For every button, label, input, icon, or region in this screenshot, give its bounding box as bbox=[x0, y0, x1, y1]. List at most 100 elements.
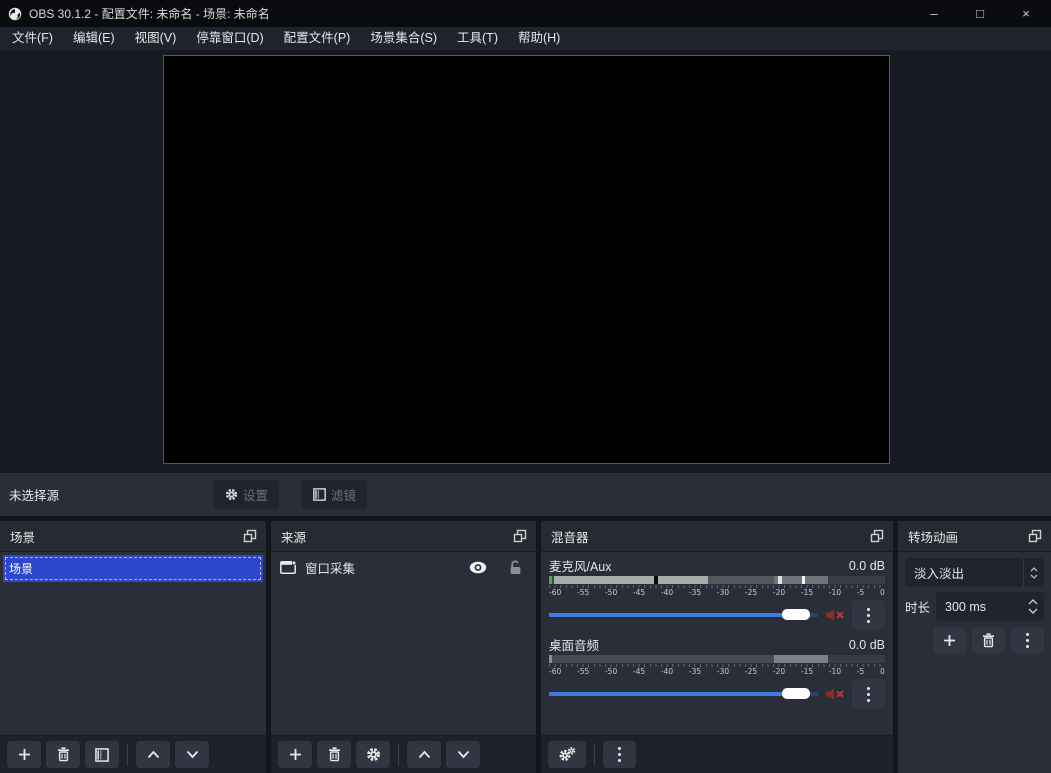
mixer-channel-desktop: 桌面音频 0.0 dB -60-55-50-45-40-35-30-25-20-… bbox=[549, 636, 885, 709]
sources-panel-header: 来源 bbox=[271, 521, 536, 552]
scene-up-button[interactable] bbox=[136, 741, 170, 768]
add-transition-button[interactable] bbox=[933, 627, 966, 654]
db-scale-label: -15 bbox=[801, 588, 813, 598]
remove-transition-button[interactable] bbox=[972, 627, 1005, 654]
mic-options-button[interactable] bbox=[852, 600, 885, 630]
toolbar-separator bbox=[594, 744, 595, 766]
gears-icon bbox=[558, 747, 576, 762]
db-scale-label: -30 bbox=[717, 588, 729, 598]
menu-item[interactable]: 编辑(E) bbox=[63, 27, 125, 50]
chevron-down-icon bbox=[1028, 608, 1038, 614]
obs-logo-icon bbox=[8, 7, 22, 21]
menu-item[interactable]: 停靠窗口(D) bbox=[186, 27, 273, 50]
db-scale-label: 0 bbox=[880, 588, 885, 598]
popout-icon[interactable] bbox=[511, 527, 529, 545]
db-scale-label: -25 bbox=[745, 588, 757, 598]
trash-icon bbox=[982, 633, 995, 648]
chevron-down-icon bbox=[457, 750, 470, 759]
transition-select[interactable]: 淡入淡出 bbox=[905, 558, 1044, 587]
filter-icon bbox=[95, 748, 109, 762]
kebab-menu-icon bbox=[618, 747, 621, 762]
popout-icon[interactable] bbox=[241, 527, 259, 545]
scene-filters-button[interactable] bbox=[85, 741, 119, 768]
scenes-panel: 场景 场景 bbox=[0, 521, 266, 773]
minimize-button[interactable]: – bbox=[911, 0, 957, 27]
add-source-button[interactable] bbox=[278, 741, 312, 768]
source-properties-button[interactable] bbox=[356, 741, 390, 768]
mixer-panel-header: 混音器 bbox=[541, 521, 893, 552]
volume-slider-handle[interactable] bbox=[782, 688, 810, 699]
plus-icon bbox=[289, 748, 302, 761]
chevron-up-icon bbox=[1028, 599, 1038, 605]
menu-item[interactable]: 文件(F) bbox=[2, 27, 63, 50]
db-scale-label: -40 bbox=[661, 667, 673, 677]
db-scale-label: -40 bbox=[661, 588, 673, 598]
menu-item[interactable]: 帮助(H) bbox=[508, 27, 570, 50]
db-scale-label: -55 bbox=[577, 667, 589, 677]
transition-menu-button[interactable] bbox=[1011, 627, 1044, 654]
titlebar: OBS 30.1.2 - 配置文件: 未命名 - 场景: 未命名 – □ × bbox=[0, 0, 1051, 27]
menu-item[interactable]: 工具(T) bbox=[447, 27, 508, 50]
kebab-menu-icon bbox=[867, 608, 870, 623]
toolbar-separator bbox=[398, 744, 399, 766]
duration-value: 300 ms bbox=[936, 600, 1022, 614]
plus-icon bbox=[943, 634, 956, 647]
sources-toolbar bbox=[271, 735, 536, 773]
db-scale-label: -45 bbox=[633, 588, 645, 598]
duration-spinbox[interactable]: 300 ms bbox=[936, 592, 1044, 621]
remove-scene-button[interactable] bbox=[46, 741, 80, 768]
mixer-menu-button[interactable] bbox=[603, 741, 636, 768]
channel-name: 桌面音频 bbox=[549, 635, 599, 654]
db-scale-label: -20 bbox=[773, 667, 785, 677]
desktop-options-button[interactable] bbox=[852, 679, 885, 709]
scene-down-button[interactable] bbox=[175, 741, 209, 768]
preview-canvas[interactable] bbox=[163, 55, 890, 464]
plus-icon bbox=[18, 748, 31, 761]
scenes-panel-title: 场景 bbox=[10, 527, 241, 546]
close-button[interactable]: × bbox=[1003, 0, 1049, 27]
chevron-up-icon bbox=[1030, 567, 1038, 572]
maximize-button[interactable]: □ bbox=[957, 0, 1003, 27]
source-list-item[interactable]: 窗口采集 bbox=[271, 552, 536, 583]
menu-item[interactable]: 视图(V) bbox=[125, 27, 187, 50]
unlock-icon[interactable] bbox=[509, 560, 522, 575]
volume-slider-handle[interactable] bbox=[782, 609, 810, 620]
volume-slider[interactable] bbox=[549, 688, 818, 700]
window-controls: – □ × bbox=[911, 0, 1049, 27]
trash-icon bbox=[328, 747, 341, 762]
volume-slider[interactable] bbox=[549, 609, 818, 621]
transitions-body: 淡入淡出 时长 300 ms bbox=[898, 552, 1051, 773]
filters-button-label: 滤镜 bbox=[331, 485, 356, 504]
add-scene-button[interactable] bbox=[7, 741, 41, 768]
db-scale-label: -5 bbox=[857, 588, 864, 598]
scene-item-label: 场景 bbox=[9, 560, 33, 577]
db-scale-label: -60 bbox=[549, 588, 561, 598]
db-scale-label: -5 bbox=[857, 667, 864, 677]
db-scale-label: -30 bbox=[717, 667, 729, 677]
source-filters-button[interactable]: 滤镜 bbox=[302, 480, 367, 509]
source-properties-button[interactable]: 设置 bbox=[214, 480, 279, 509]
scenes-toolbar bbox=[0, 735, 266, 773]
mute-speaker-icon[interactable] bbox=[825, 687, 845, 701]
mute-speaker-icon[interactable] bbox=[825, 608, 845, 622]
source-up-button[interactable] bbox=[407, 741, 441, 768]
mixer-toolbar bbox=[541, 735, 893, 773]
db-scale: -60-55-50-45-40-35-30-25-20-15-10-50 bbox=[549, 667, 885, 677]
channel-level-db: 0.0 dB bbox=[849, 559, 885, 573]
remove-source-button[interactable] bbox=[317, 741, 351, 768]
chevron-up-icon bbox=[418, 750, 431, 759]
db-scale-label: -10 bbox=[829, 667, 841, 677]
select-spinner[interactable] bbox=[1023, 558, 1044, 587]
menubar: 文件(F)编辑(E)视图(V)停靠窗口(D)配置文件(P)场景集合(S)工具(T… bbox=[0, 27, 1051, 50]
scene-list-item[interactable]: 场景 bbox=[3, 555, 263, 582]
source-down-button[interactable] bbox=[446, 741, 480, 768]
kebab-menu-icon bbox=[1026, 633, 1029, 648]
popout-icon[interactable] bbox=[868, 527, 886, 545]
mixer-channel-mic: 麦克风/Aux 0.0 dB -60-55-50-45-40-35-30-25-… bbox=[549, 557, 885, 630]
advanced-audio-button[interactable] bbox=[548, 741, 586, 768]
popout-icon[interactable] bbox=[1026, 527, 1044, 545]
menu-item[interactable]: 场景集合(S) bbox=[360, 27, 447, 50]
spinbox-arrows[interactable] bbox=[1022, 599, 1044, 614]
visibility-eye-icon[interactable] bbox=[469, 561, 487, 574]
menu-item[interactable]: 配置文件(P) bbox=[274, 27, 361, 50]
